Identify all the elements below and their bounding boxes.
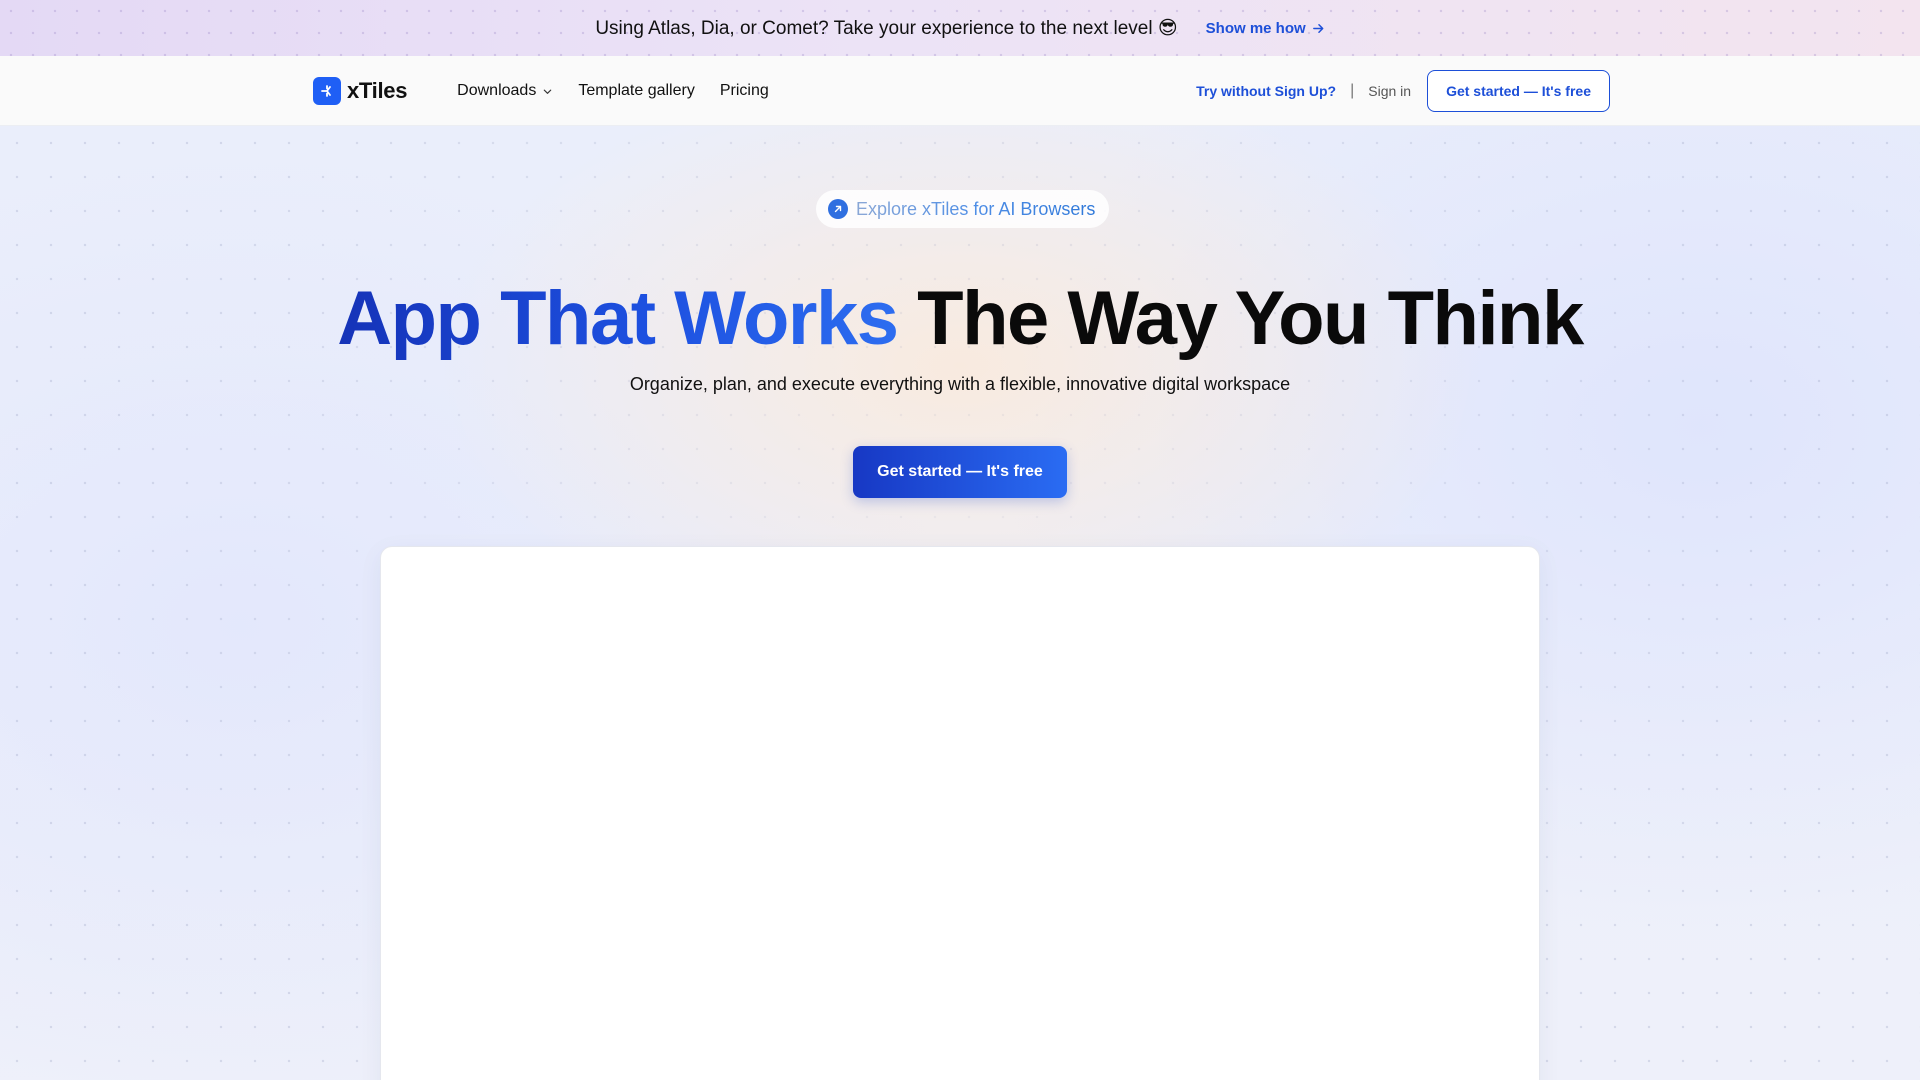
- nav-separator: |: [1350, 82, 1355, 99]
- announcement-bar: Using Atlas, Dia, or Comet? Take your ex…: [0, 0, 1920, 56]
- hero-subheadline: Organize, plan, and execute everything w…: [629, 374, 1291, 394]
- nav-downloads[interactable]: Downloads: [457, 82, 553, 100]
- arrow-up-right-icon: [828, 199, 848, 219]
- sign-in-link[interactable]: Sign in: [1368, 83, 1411, 99]
- hero-headline: App That Works The Way You Think: [0, 274, 1920, 364]
- app-preview-card: [380, 546, 1540, 1080]
- try-without-signup-link[interactable]: Try without Sign Up?: [1196, 83, 1336, 99]
- top-nav: xTiles Downloads Template gallery Pricin…: [0, 56, 1920, 126]
- nav-links: Downloads Template gallery Pricing: [457, 82, 769, 100]
- hero-section: Explore xTiles for AI Browsers App That …: [0, 126, 1920, 1080]
- explore-ai-browsers-pill[interactable]: Explore xTiles for AI Browsers: [816, 190, 1110, 228]
- nav-downloads-label: Downloads: [457, 82, 537, 99]
- arrow-right-icon: [1312, 23, 1324, 33]
- nav-pricing[interactable]: Pricing: [720, 82, 769, 100]
- nav-inner: xTiles Downloads Template gallery Pricin…: [313, 56, 1610, 126]
- hero-get-started-button[interactable]: Get started — It's free: [853, 446, 1067, 498]
- headline-dark-part: The Way You Think: [917, 276, 1584, 361]
- logo[interactable]: xTiles: [313, 77, 407, 105]
- nav-template-gallery[interactable]: Template gallery: [578, 82, 695, 100]
- nav-right: Try without Sign Up? | Sign in Get start…: [1196, 70, 1610, 112]
- show-me-how-label: Show me how: [1205, 19, 1306, 37]
- announcement-text: Using Atlas, Dia, or Comet? Take your ex…: [595, 17, 1178, 39]
- headline-blue-part: App That Works: [337, 276, 899, 361]
- pill-label: Explore xTiles for AI Browsers: [856, 198, 1096, 219]
- xtiles-logo-icon: [313, 77, 341, 105]
- show-me-how-link[interactable]: Show me how: [1206, 20, 1325, 37]
- logo-text: xTiles: [347, 78, 408, 103]
- nav-get-started-button[interactable]: Get started — It's free: [1427, 70, 1610, 112]
- chevron-down-icon: [544, 89, 552, 94]
